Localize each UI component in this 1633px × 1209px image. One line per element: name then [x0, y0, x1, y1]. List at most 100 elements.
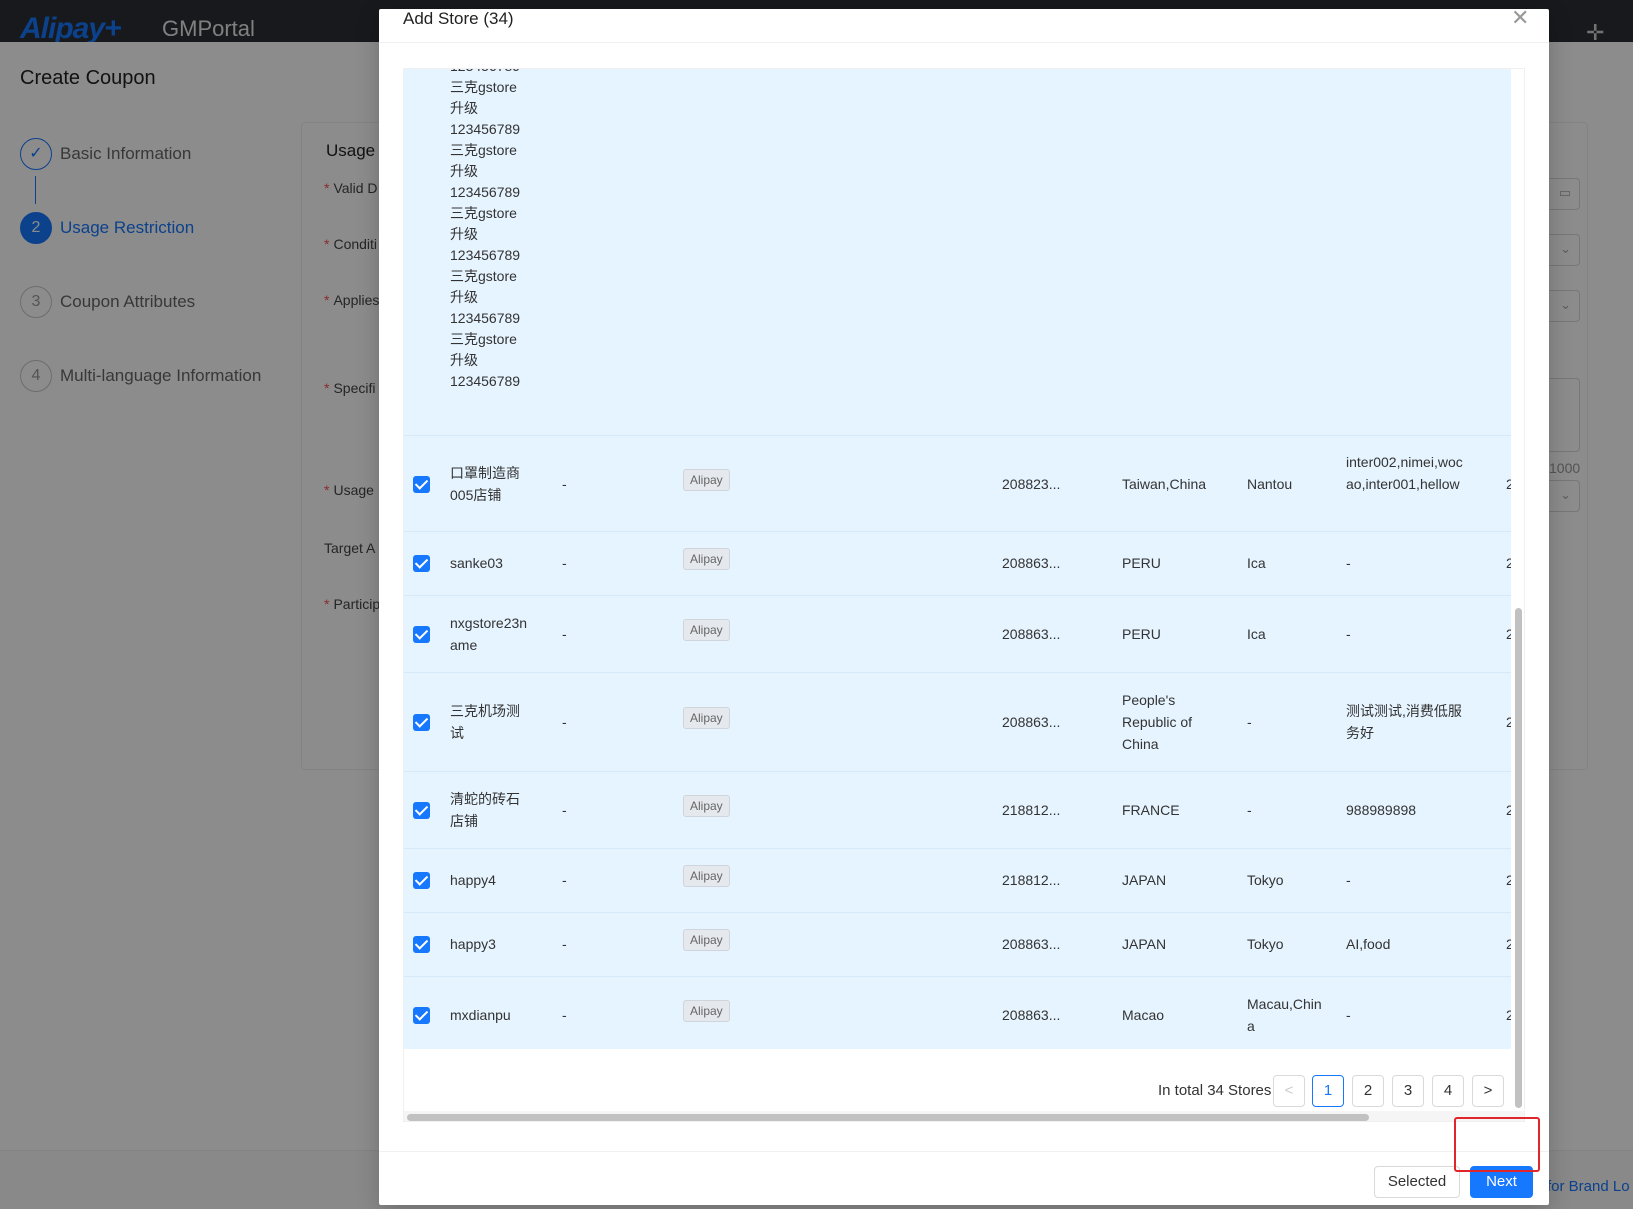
- row-checkbox[interactable]: [413, 555, 430, 572]
- store-id: 218812...: [1002, 872, 1061, 888]
- row-checkbox[interactable]: [413, 1007, 430, 1024]
- table-row[interactable]: 口罩制造商005店铺 - Alipay 208823... Taiwan,Chi…: [404, 436, 1511, 532]
- payment-tag: Alipay: [683, 865, 730, 887]
- store-name: nxgstore23name: [450, 615, 528, 653]
- pagination-prev-button[interactable]: <: [1273, 1075, 1305, 1107]
- store-city: Ica: [1247, 626, 1266, 642]
- table-row[interactable]: mxdianpu - Alipay 208863... Macao Macau,…: [404, 977, 1511, 1049]
- store-col2: -: [562, 872, 567, 888]
- table-row[interactable]: sanke03 - Alipay 208863... PERU Ica - 2: [404, 532, 1511, 596]
- store-table: 123456789 三克gstore 升级 123456789 三克gstore…: [403, 68, 1525, 1122]
- store-name-overflow: 123456789 三克gstore 升级 123456789 三克gstore…: [450, 69, 521, 389]
- store-table-body: 123456789 三克gstore 升级 123456789 三克gstore…: [404, 69, 1511, 1049]
- row-checkbox[interactable]: [413, 872, 430, 889]
- store-name: 三克机场测试: [450, 703, 520, 741]
- store-country: Taiwan,China: [1122, 476, 1207, 492]
- store-city: Nantou: [1247, 476, 1293, 492]
- close-icon[interactable]: ✕: [1511, 9, 1529, 31]
- store-id: 208823...: [1002, 476, 1061, 492]
- store-tags: -: [1346, 555, 1351, 571]
- store-name: mxdianpu: [450, 1007, 511, 1023]
- modal-footer: Selected Next: [379, 1151, 1549, 1205]
- modal-header: Add Store (34) ✕: [379, 9, 1549, 43]
- pagination-next-button[interactable]: >: [1472, 1075, 1504, 1107]
- store-col2: -: [562, 626, 567, 642]
- store-country: Macao: [1122, 1007, 1165, 1023]
- store-id: 208863...: [1002, 714, 1061, 730]
- table-row[interactable]: happy4 - Alipay 218812... JAPAN Tokyo - …: [404, 849, 1511, 913]
- store-name: 清蛇的砖石店铺: [450, 791, 520, 829]
- store-col2: -: [562, 802, 567, 818]
- store-country: People's Republic of China: [1122, 692, 1193, 752]
- payment-tag: Alipay: [683, 469, 730, 491]
- store-name: happy3: [450, 936, 496, 952]
- store-name: 口罩制造商005店铺: [450, 465, 520, 503]
- store-tags: AI,food: [1346, 936, 1391, 952]
- store-col2: -: [562, 555, 567, 571]
- payment-tag: Alipay: [683, 1000, 730, 1022]
- store-tags: -: [1346, 1007, 1351, 1023]
- table-row[interactable]: nxgstore23name - Alipay 208863... PERU I…: [404, 596, 1511, 673]
- store-name: happy4: [450, 872, 496, 888]
- store-city: -: [1247, 714, 1252, 730]
- store-city: Ica: [1247, 555, 1266, 571]
- pagination-page-2[interactable]: 2: [1352, 1075, 1384, 1107]
- pagination-total: In total 34 Stores: [1158, 1082, 1272, 1099]
- table-row[interactable]: happy3 - Alipay 208863... JAPAN Tokyo AI…: [404, 913, 1511, 977]
- store-name: sanke03: [450, 555, 503, 571]
- payment-tag: Alipay: [683, 929, 730, 951]
- store-extra: 2: [1506, 711, 1511, 733]
- store-extra: 2: [1506, 869, 1511, 891]
- store-country: JAPAN: [1122, 936, 1167, 952]
- store-col2: -: [562, 476, 567, 492]
- vertical-scrollbar-thumb[interactable]: [1515, 608, 1522, 1108]
- modal-title: Add Store (34): [403, 9, 514, 28]
- store-id: 208863...: [1002, 555, 1061, 571]
- table-row[interactable]: 清蛇的砖石店铺 - Alipay 218812... FRANCE - 9889…: [404, 772, 1511, 849]
- store-country: FRANCE: [1122, 802, 1180, 818]
- row-checkbox[interactable]: [413, 626, 430, 643]
- row-checkbox[interactable]: [413, 936, 430, 953]
- row-checkbox[interactable]: [413, 714, 430, 731]
- horizontal-scrollbar-thumb[interactable]: [407, 1114, 1369, 1121]
- pagination-page-1[interactable]: 1: [1312, 1075, 1344, 1107]
- store-extra: 2: [1506, 1004, 1511, 1026]
- store-country: JAPAN: [1122, 872, 1167, 888]
- table-row-partial: 123456789 三克gstore 升级 123456789 三克gstore…: [404, 69, 1511, 436]
- store-country: PERU: [1122, 555, 1161, 571]
- selected-button[interactable]: Selected: [1374, 1166, 1460, 1198]
- store-tags: 988989898: [1346, 802, 1417, 818]
- store-id: 218812...: [1002, 802, 1061, 818]
- store-tags: -: [1346, 626, 1351, 642]
- next-button[interactable]: Next: [1470, 1166, 1533, 1198]
- table-row[interactable]: 三克机场测试 - Alipay 208863... People's Repub…: [404, 673, 1511, 772]
- store-extra: 2: [1506, 552, 1511, 574]
- pagination-page-4[interactable]: 4: [1432, 1075, 1464, 1107]
- row-checkbox[interactable]: [413, 802, 430, 819]
- store-id: 208863...: [1002, 1007, 1061, 1023]
- store-city: Tokyo: [1247, 872, 1284, 888]
- store-id: 208863...: [1002, 936, 1061, 952]
- store-extra: 2: [1506, 799, 1511, 821]
- payment-tag: Alipay: [683, 707, 730, 729]
- store-tags: -: [1346, 872, 1351, 888]
- store-extra: 2: [1506, 473, 1511, 495]
- pagination-page-3[interactable]: 3: [1392, 1075, 1424, 1107]
- store-tags: 测试测试,消费低服务好: [1346, 703, 1462, 741]
- store-extra: 2: [1506, 933, 1511, 955]
- store-col2: -: [562, 936, 567, 952]
- payment-tag: Alipay: [683, 619, 730, 641]
- store-city: -: [1247, 802, 1252, 818]
- payment-tag: Alipay: [683, 795, 730, 817]
- store-id: 208863...: [1002, 626, 1061, 642]
- store-city: Tokyo: [1247, 936, 1284, 952]
- store-col2: -: [562, 714, 567, 730]
- store-extra: 2: [1506, 623, 1511, 645]
- row-checkbox[interactable]: [413, 476, 430, 493]
- payment-tag: Alipay: [683, 548, 730, 570]
- store-country: PERU: [1122, 626, 1161, 642]
- store-col2: -: [562, 1007, 567, 1023]
- store-tags: inter002,nimei,wocao,inter001,hellow: [1346, 454, 1463, 492]
- store-city: Macau,China: [1247, 996, 1322, 1034]
- add-store-modal: Add Store (34) ✕ 123456789 三克gstore 升级 1…: [379, 9, 1549, 1205]
